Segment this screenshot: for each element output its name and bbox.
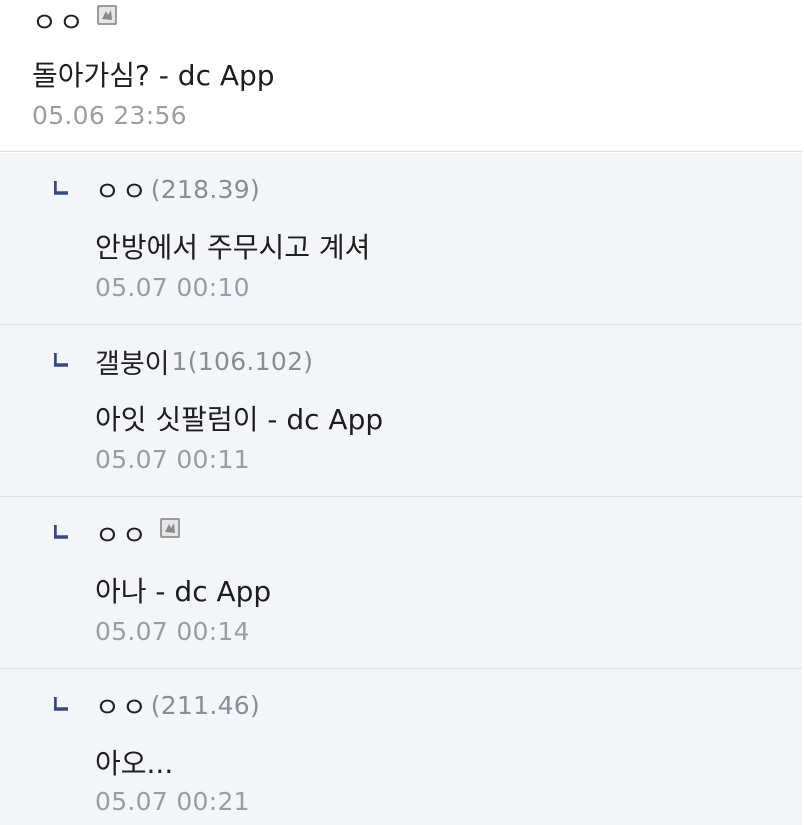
fixed-nick-badge-icon xyxy=(96,5,117,25)
comment-list: ㅇㅇ 돌아가심? - dc App 05.06 23:56 ㅇㅇ (218.39… xyxy=(0,0,804,825)
reply-text: 아오... xyxy=(95,747,174,780)
reply-author-row: ㅇㅇ (211.46) xyxy=(95,686,261,725)
reply-timestamp: 05.07 00:14 xyxy=(95,617,250,646)
reply-text: 아잇 싯팔럼이 - dc App xyxy=(95,403,384,436)
reply-ip: 1(106.102) xyxy=(171,346,314,376)
reply-author-row: ㅇㅇ (218.39) xyxy=(95,170,261,209)
reply-timestamp: 05.07 00:21 xyxy=(95,787,250,816)
reply-arrow-icon xyxy=(54,181,68,195)
comment-nickname[interactable]: ㅇㅇ xyxy=(32,1,86,40)
reply-nickname[interactable]: ㅇㅇ xyxy=(95,170,149,209)
reply-author-row: 갤붕이 1(106.102) xyxy=(95,342,314,381)
comment-text: 돌아가심? - dc App xyxy=(32,59,275,92)
reply-ip: (211.46) xyxy=(150,690,261,720)
comment-item: ㅇㅇ 돌아가심? - dc App 05.06 23:56 xyxy=(0,0,802,152)
reply-ip: (218.39) xyxy=(150,174,261,204)
reply-arrow-icon xyxy=(54,353,68,367)
reply-arrow-icon xyxy=(54,525,68,539)
reply-nickname[interactable]: 갤붕이 xyxy=(95,342,170,381)
comment-author-row: ㅇㅇ xyxy=(32,1,118,40)
fixed-nick-badge-icon xyxy=(159,518,180,538)
reply-timestamp: 05.07 00:10 xyxy=(95,273,250,302)
reply-item: ㅇㅇ 아나 - dc App 05.07 00:14 xyxy=(0,497,802,669)
reply-nickname[interactable]: ㅇㅇ xyxy=(95,514,149,553)
reply-text: 아나 - dc App xyxy=(95,575,272,608)
reply-arrow-icon xyxy=(54,697,68,711)
reply-item: 갤붕이 1(106.102) 아잇 싯팔럼이 - dc App 05.07 00… xyxy=(0,325,802,497)
reply-author-row: ㅇㅇ xyxy=(95,514,181,553)
comment-timestamp: 05.06 23:56 xyxy=(32,101,187,130)
reply-item: ㅇㅇ (218.39) 안방에서 주무시고 계셔 05.07 00:10 xyxy=(0,153,802,325)
reply-text: 안방에서 주무시고 계셔 xyxy=(95,231,371,264)
reply-nickname[interactable]: ㅇㅇ xyxy=(95,686,149,725)
reply-timestamp: 05.07 00:11 xyxy=(95,445,250,474)
reply-item: ㅇㅇ (211.46) 아오... 05.07 00:21 xyxy=(0,669,802,825)
